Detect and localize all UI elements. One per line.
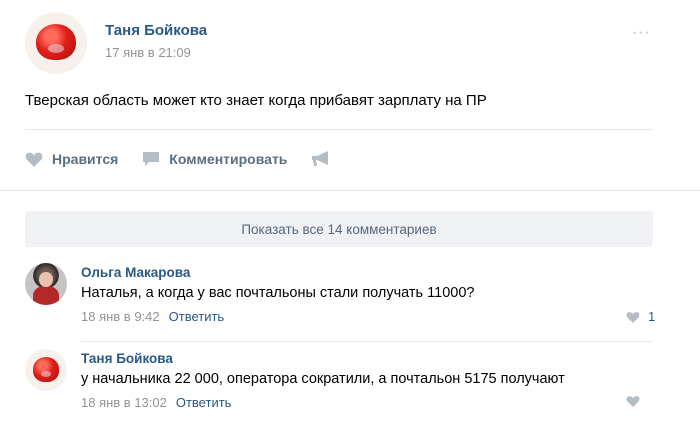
- apple-avatar-image: [36, 24, 76, 61]
- comment-item: Таня Бойкова у начальника 22 000, операт…: [0, 349, 700, 427]
- comment-meta: 18 янв в 9:42 Ответить: [81, 309, 224, 324]
- more-options-icon[interactable]: ···: [632, 24, 651, 42]
- heart-icon: [626, 396, 640, 407]
- heart-icon: [25, 152, 43, 167]
- post-text: Тверская область может кто знает когда п…: [25, 92, 487, 109]
- comment-label: Комментировать: [169, 151, 288, 167]
- show-all-comments-button[interactable]: Показать все 14 комментариев: [25, 211, 653, 247]
- post-timestamp[interactable]: 17 янв в 21:09: [105, 45, 191, 60]
- avatar-figure-body: [33, 286, 59, 305]
- comment-like-button[interactable]: 1: [626, 309, 655, 324]
- comment-meta: 18 янв в 13:02 Ответить: [81, 395, 231, 410]
- post-author-avatar[interactable]: [25, 12, 87, 74]
- comment-like-button[interactable]: [626, 395, 648, 407]
- post-card: Таня Бойкова 17 янв в 21:09 ··· Тверская…: [0, 0, 700, 190]
- comment-author-name[interactable]: Ольга Макарова: [81, 265, 190, 280]
- post-author-name[interactable]: Таня Бойкова: [105, 22, 207, 39]
- comment-timestamp[interactable]: 18 янв в 13:02: [81, 395, 167, 410]
- comment-author-avatar[interactable]: [25, 263, 67, 305]
- apple-avatar-image: [32, 357, 60, 382]
- like-button[interactable]: Нравится: [25, 151, 118, 167]
- comment-author-name[interactable]: Таня Бойкова: [81, 351, 173, 366]
- comment-like-count: 1: [648, 309, 656, 324]
- reply-link[interactable]: Ответить: [176, 395, 232, 410]
- comment-item: Ольга Макарова Наталья, а когда у вас по…: [0, 263, 700, 342]
- post-divider: [25, 129, 653, 130]
- comment-button[interactable]: Комментировать: [142, 151, 287, 167]
- comment-icon: [143, 152, 160, 166]
- heart-icon: [626, 311, 640, 323]
- megaphone-icon: [312, 151, 329, 166]
- share-button[interactable]: [311, 151, 340, 167]
- comment-author-avatar[interactable]: [25, 349, 67, 391]
- comment-text: у начальника 22 000, оператора сократили…: [81, 371, 565, 387]
- reply-link[interactable]: Ответить: [169, 309, 225, 324]
- comments-section: Показать все 14 комментариев Ольга Макар…: [0, 190, 700, 433]
- post-actions: Нравится Комментировать: [25, 148, 364, 170]
- comment-divider: [81, 341, 653, 342]
- avatar-figure-face: [39, 272, 53, 287]
- comment-timestamp[interactable]: 18 янв в 9:42: [81, 309, 160, 324]
- like-label: Нравится: [52, 151, 119, 167]
- comment-text: Наталья, а когда у вас почтальоны стали …: [81, 285, 475, 301]
